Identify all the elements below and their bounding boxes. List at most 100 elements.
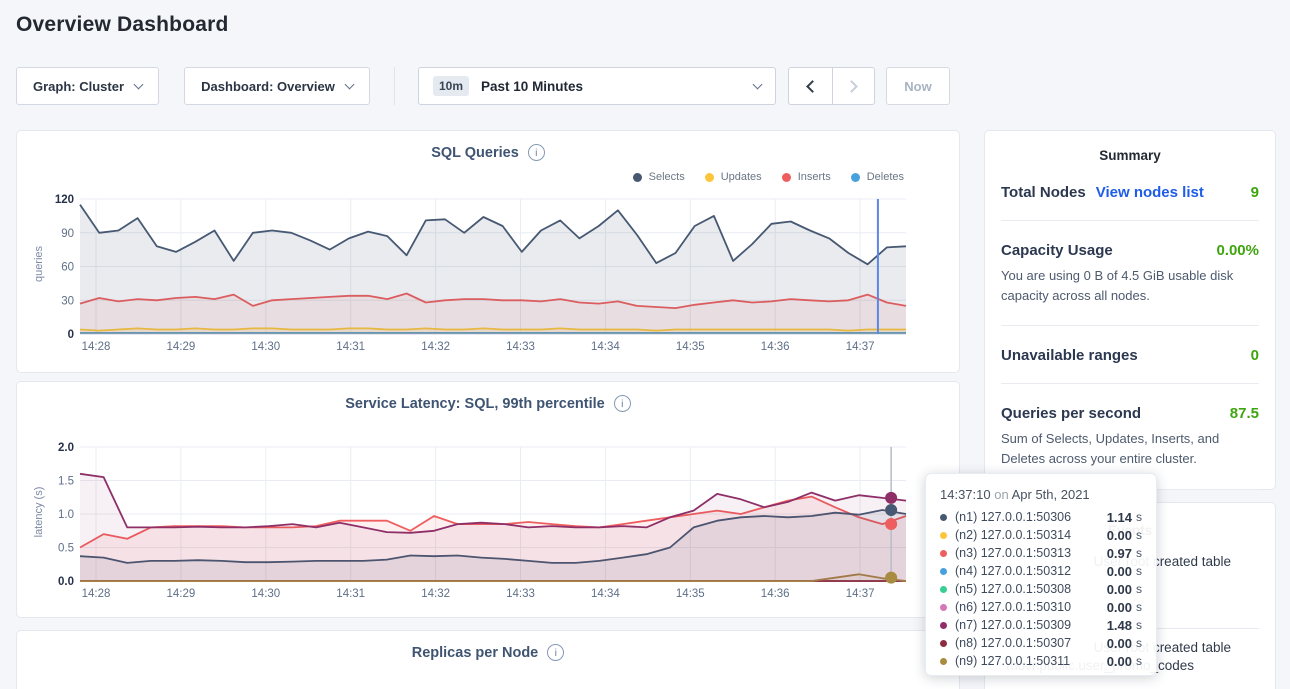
svg-text:0.5: 0.5 [58,543,74,555]
summary-row-total-nodes: Total Nodes View nodes list 9 [1001,163,1259,221]
tooltip-node-address: (n6) 127.0.0.1:50310 [955,600,1107,614]
time-range-badge: 10m [433,76,469,96]
tooltip-node-latency: 0.00 [1107,582,1132,597]
tooltip-latency-unit: s [1136,564,1142,578]
svg-text:14:32: 14:32 [421,588,450,600]
tooltip-node-latency: 0.97 [1107,546,1132,561]
tooltip-node-row: (n8) 127.0.0.1:503070.00 s [940,634,1142,652]
summary-row-capacity-usage: Capacity Usage 0.00% You are using 0 B o… [1001,221,1259,326]
service-latency-chart[interactable]: 14:2814:2914:3014:3114:3214:3314:3414:35… [17,382,961,619]
node-color-dot-icon [940,568,947,575]
graph-dropdown[interactable]: Graph: Cluster [16,67,159,105]
tooltip-node-row: (n2) 127.0.0.1:503140.00s [940,526,1142,544]
summary-title: Summary [985,131,1275,163]
view-nodes-list-link[interactable]: View nodes list [1096,184,1204,201]
tooltip-node-row: (n4) 127.0.0.1:503120.00 s [940,562,1142,580]
svg-text:14:36: 14:36 [761,588,790,600]
tooltip-node-rows: (n1) 127.0.0.1:503061.14s(n2) 127.0.0.1:… [940,508,1142,670]
tooltip-on-word: on [994,487,1008,502]
tooltip-node-row: (n5) 127.0.0.1:503080.00 s [940,580,1142,598]
chevron-left-icon [806,80,819,93]
total-nodes-value: 9 [1251,184,1259,201]
service-latency-panel: Service Latency: SQL, 99th percentile i … [16,381,960,618]
tooltip-node-latency: 1.14 [1107,510,1132,525]
svg-text:14:34: 14:34 [591,588,620,600]
tooltip-node-latency: 0.00 [1107,528,1132,543]
chevron-down-icon [344,79,354,89]
chart-hover-tooltip: 14:37:10 on Apr 5th, 2021 (n1) 127.0.0.1… [925,473,1157,676]
tooltip-node-address: (n9) 127.0.0.1:50311 [955,654,1107,668]
node-color-dot-icon [940,658,947,665]
tooltip-node-row: (n6) 127.0.0.1:503100.00 s [940,598,1142,616]
tooltip-node-address: (n2) 127.0.0.1:50314 [955,528,1107,542]
svg-text:14:34: 14:34 [591,341,620,353]
summary-panel: Summary Total Nodes View nodes list 9 Ca… [984,130,1276,490]
node-color-dot-icon [940,514,947,521]
sql-queries-panel: SQL Queries i SelectsUpdatesInsertsDelet… [16,130,960,373]
node-color-dot-icon [940,640,947,647]
sql-queries-chart[interactable]: 14:2814:2914:3014:3114:3214:3314:3414:35… [17,131,961,374]
unavailable-ranges-label: Unavailable ranges [1001,347,1138,364]
now-button[interactable]: Now [886,67,950,105]
tooltip-latency-unit: s [1136,582,1142,596]
svg-text:14:29: 14:29 [167,588,196,600]
svg-text:14:32: 14:32 [421,341,450,353]
svg-text:0: 0 [68,329,74,341]
tooltip-node-latency: 0.00 [1107,654,1132,669]
svg-text:14:28: 14:28 [82,341,111,353]
svg-text:120: 120 [55,194,74,206]
chevron-down-icon [753,79,763,89]
tooltip-node-row: (n1) 127.0.0.1:503061.14s [940,508,1142,526]
svg-text:14:30: 14:30 [251,588,280,600]
tooltip-latency-unit: s [1136,618,1142,632]
svg-text:14:36: 14:36 [761,341,790,353]
queries-per-second-label: Queries per second [1001,405,1141,422]
svg-text:14:35: 14:35 [676,341,705,353]
svg-text:60: 60 [61,262,74,274]
tooltip-node-row: (n3) 127.0.0.1:503130.97s [940,544,1142,562]
svg-text:14:31: 14:31 [336,341,365,353]
node-color-dot-icon [940,622,947,629]
graph-dropdown-label: Graph: Cluster [33,79,124,94]
time-step-buttons [788,67,875,105]
svg-text:0.0: 0.0 [58,576,74,588]
summary-row-unavailable-ranges: Unavailable ranges 0 [1001,326,1259,384]
capacity-usage-description: You are using 0 B of 4.5 GiB usable disk… [1001,266,1259,306]
tooltip-latency-unit: s [1136,636,1142,650]
tooltip-node-row: (n7) 127.0.0.1:503091.48s [940,616,1142,634]
tooltip-node-address: (n4) 127.0.0.1:50312 [955,564,1107,578]
svg-text:14:37: 14:37 [846,341,875,353]
svg-text:14:28: 14:28 [82,588,111,600]
svg-text:1.5: 1.5 [58,476,74,488]
node-color-dot-icon [940,532,947,539]
capacity-usage-value: 0.00% [1216,242,1259,259]
tooltip-timestamp: 14:37:10 on Apr 5th, 2021 [940,487,1142,502]
time-range-selector[interactable]: 10m Past 10 Minutes [418,67,776,105]
time-back-button[interactable] [788,67,832,105]
info-icon[interactable]: i [547,644,564,661]
unavailable-ranges-value: 0 [1251,347,1259,364]
tooltip-time: 14:37:10 [940,487,991,502]
tooltip-latency-unit: s [1136,600,1142,614]
tooltip-node-address: (n1) 127.0.0.1:50306 [955,510,1107,524]
total-nodes-label: Total Nodes [1001,184,1086,201]
svg-text:14:35: 14:35 [676,588,705,600]
svg-text:14:31: 14:31 [336,588,365,600]
controls-divider [394,67,395,105]
tooltip-node-address: (n8) 127.0.0.1:50307 [955,636,1107,650]
page-title: Overview Dashboard [16,13,229,37]
svg-text:14:33: 14:33 [506,341,535,353]
time-forward-button[interactable] [832,67,876,105]
tooltip-node-latency: 0.00 [1107,636,1132,651]
node-color-dot-icon [940,586,947,593]
tooltip-node-address: (n5) 127.0.0.1:50308 [955,582,1107,596]
tooltip-node-latency: 0.00 [1107,564,1132,579]
tooltip-node-latency: 0.00 [1107,600,1132,615]
svg-text:90: 90 [61,228,74,240]
tooltip-node-row: (n9) 127.0.0.1:503110.00s [940,652,1142,670]
dashboard-dropdown-label: Dashboard: Overview [201,79,335,94]
queries-per-second-description: Sum of Selects, Updates, Inserts, and De… [1001,429,1259,469]
dashboard-dropdown[interactable]: Dashboard: Overview [184,67,370,105]
time-range-label: Past 10 Minutes [481,79,583,94]
tooltip-latency-unit: s [1136,546,1142,560]
